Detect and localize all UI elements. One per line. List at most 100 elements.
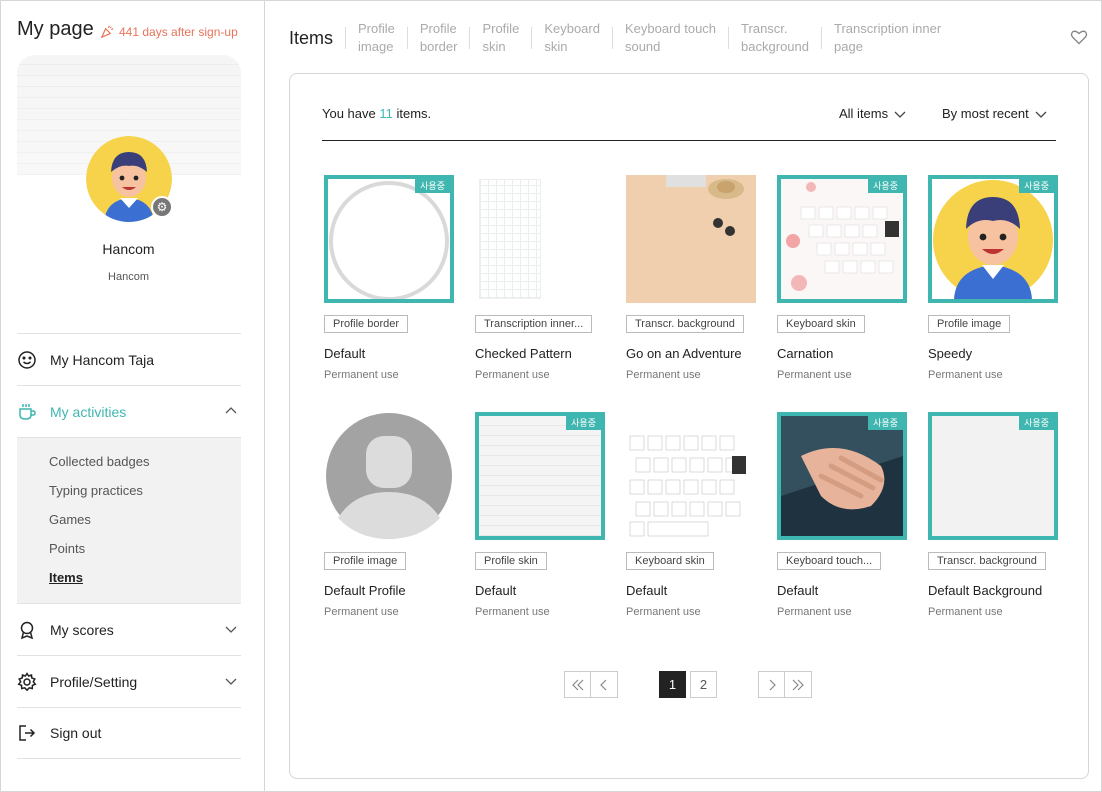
item-type-tag: Keyboard skin: [777, 315, 865, 333]
in-use-badge: 사용중: [1019, 179, 1054, 193]
sidebar-item-sign-out[interactable]: Sign out: [17, 707, 241, 759]
divider: [322, 140, 1056, 141]
tab-keyboard-skin[interactable]: Keyboard skin: [531, 21, 612, 54]
in-use-badge: 사용중: [868, 416, 903, 430]
submenu-items[interactable]: Items: [49, 570, 241, 599]
item-type-tag: Profile image: [324, 552, 407, 570]
item-type-tag: Profile border: [324, 315, 409, 333]
gear-icon: [17, 671, 37, 692]
item-card[interactable]: 사용중 Profile skin Default Permanent use: [475, 412, 605, 618]
item-thumbnail[interactable]: 사용중: [777, 412, 907, 540]
page-title: My page: [17, 18, 94, 40]
chevron-left-icon: [600, 679, 607, 690]
item-type-tag: Profile skin: [475, 552, 547, 570]
tab-label: skin: [482, 39, 506, 54]
tab-label: Transcr.: [741, 21, 788, 36]
tab-label: page: [834, 39, 863, 54]
item-card[interactable]: 사용중 Profile border Default Permanent use: [324, 175, 454, 381]
sidebar-item-my-activities[interactable]: My activities: [17, 385, 241, 437]
items-panel: You have 11 items. All items By most rec…: [289, 73, 1089, 779]
tab-transcription-inner-page[interactable]: Transcription inner page: [821, 21, 953, 54]
item-thumbnail[interactable]: [626, 175, 756, 303]
tab-label: Keyboard: [544, 21, 600, 36]
chevron-down-icon[interactable]: [225, 675, 237, 687]
item-thumbnail[interactable]: [626, 412, 756, 540]
item-type-tag: Transcr. background: [928, 552, 1046, 570]
item-card[interactable]: Transcr. background Go on an Adventure P…: [626, 175, 756, 381]
submenu-points[interactable]: Points: [49, 541, 241, 570]
tab-keyboard-touch-sound[interactable]: Keyboard touch sound: [611, 21, 728, 54]
item-card[interactable]: Profile image Default Profile Permanent …: [324, 412, 454, 618]
tab-profile-image[interactable]: Profile image: [345, 21, 407, 54]
chevron-down-icon: [894, 111, 906, 118]
item-name: Default: [324, 346, 366, 361]
item-name: Default: [777, 583, 819, 598]
heart-icon[interactable]: [1070, 28, 1088, 46]
item-thumbnail[interactable]: [475, 175, 605, 303]
signup-days-text: 441 days after sign-up: [119, 24, 238, 39]
last-page-button[interactable]: [785, 671, 812, 698]
sort-label: By most recent: [942, 106, 1029, 121]
tab-items[interactable]: Items: [289, 28, 333, 49]
tab-label: skin: [544, 39, 568, 54]
tab-transcr-background[interactable]: Transcr. background: [728, 21, 821, 54]
avatar-settings-icon[interactable]: ⚙: [151, 196, 173, 218]
item-thumbnail[interactable]: 사용중: [777, 175, 907, 303]
tab-profile-skin[interactable]: Profile skin: [469, 21, 531, 54]
prev-page-button[interactable]: [591, 671, 618, 698]
tab-profile-border[interactable]: Profile border: [406, 21, 470, 54]
tab-label: Profile: [358, 21, 395, 36]
next-page-button[interactable]: [758, 671, 785, 698]
item-card[interactable]: 사용중 Keyboard touch... Default Permanent …: [777, 412, 907, 618]
user-name: Hancom: [102, 241, 155, 257]
item-thumbnail[interactable]: 사용중: [928, 175, 1058, 303]
tab-label: background: [741, 39, 809, 54]
item-name: Go on an Adventure: [626, 346, 742, 361]
item-thumbnail[interactable]: 사용중: [475, 412, 605, 540]
smile-icon: [17, 350, 37, 370]
sidebar-item-profile-setting[interactable]: Profile/Setting: [17, 655, 241, 707]
sidebar-item-my-hancom-taja[interactable]: My Hancom Taja: [17, 333, 241, 385]
item-thumbnail[interactable]: [324, 412, 454, 540]
first-page-button[interactable]: [564, 671, 591, 698]
chevron-down-icon[interactable]: [225, 623, 237, 635]
tab-label: Profile: [419, 21, 457, 36]
cup-icon: [17, 402, 37, 422]
item-usage: Permanent use: [928, 606, 1003, 618]
tab-label: Profile: [482, 21, 520, 36]
count-prefix: You have: [322, 106, 380, 121]
item-thumbnail[interactable]: 사용중: [928, 412, 1058, 540]
submenu-typing-practices[interactable]: Typing practices: [49, 483, 241, 512]
chevron-up-icon[interactable]: [225, 405, 237, 417]
page-2-button[interactable]: 2: [690, 671, 717, 698]
item-usage: Permanent use: [475, 606, 550, 618]
double-chevron-right-icon: [792, 679, 804, 690]
filter-label: All items: [839, 106, 889, 121]
sidebar-item-my-scores[interactable]: My scores: [17, 603, 241, 655]
item-name: Default: [475, 583, 517, 598]
user-subtitle: Hancom: [108, 271, 149, 283]
page-1-button[interactable]: 1: [659, 671, 686, 698]
filter-all-items-dropdown[interactable]: All items: [839, 106, 906, 121]
item-card[interactable]: Keyboard skin Default Permanent use: [626, 412, 756, 618]
submenu-games[interactable]: Games: [49, 512, 241, 541]
sort-dropdown[interactable]: By most recent: [942, 106, 1047, 121]
item-card[interactable]: 사용중 Transcr. background Default Backgrou…: [928, 412, 1058, 618]
ribbon-icon: [17, 620, 37, 640]
party-popper-icon: [100, 25, 114, 39]
activities-submenu: Collected badges Typing practices Games …: [17, 437, 241, 603]
item-usage: Permanent use: [777, 606, 852, 618]
item-thumbnail[interactable]: 사용중: [324, 175, 454, 303]
chevron-right-icon: [769, 679, 776, 690]
in-use-badge: 사용중: [1019, 416, 1054, 430]
item-card[interactable]: 사용중 Profile image Speedy Permanent use: [928, 175, 1058, 381]
in-use-badge: 사용중: [415, 179, 450, 193]
submenu-collected-badges[interactable]: Collected badges: [49, 454, 241, 483]
sidebar-menu: My Hancom Taja My activities Collected b…: [17, 333, 241, 759]
item-usage: Permanent use: [777, 369, 852, 381]
item-name: Default Background: [928, 583, 1043, 598]
item-name: Default Profile: [324, 583, 406, 598]
item-card[interactable]: Transcription inner... Checked Pattern P…: [475, 175, 605, 381]
item-card[interactable]: 사용중 Keyboard skin Carnation Permanent us…: [777, 175, 907, 381]
item-usage: Permanent use: [324, 606, 399, 618]
